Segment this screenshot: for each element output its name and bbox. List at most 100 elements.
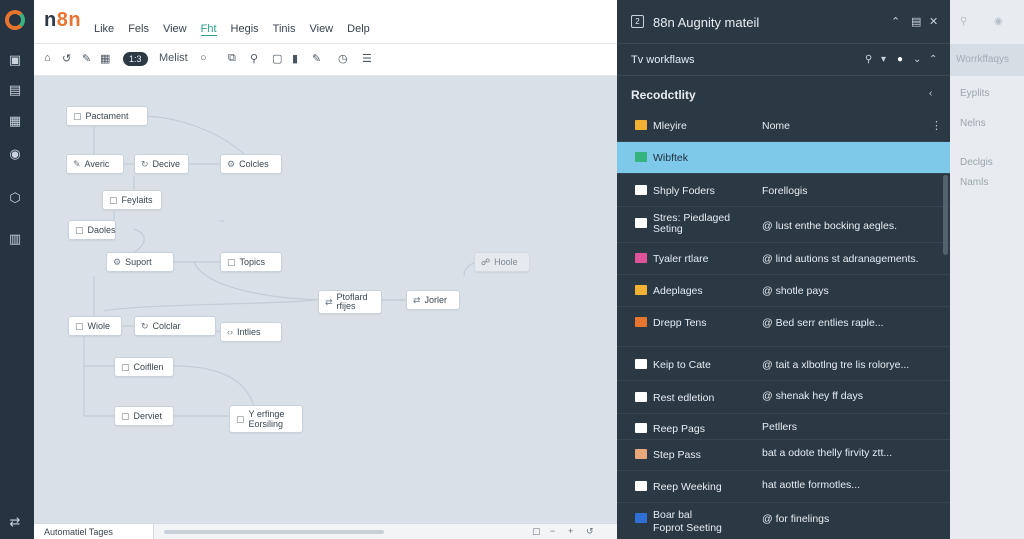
menu-item[interactable]: Fels: [128, 23, 149, 36]
list-item[interactable]: Shply Foders Forellogis: [617, 174, 950, 207]
menu-item[interactable]: View: [309, 23, 333, 36]
canvas-toolbar: ⌂ ↺ ✎ ▦ 1:3 Melist ○ ⧉ ⚲ ▢ ▮ ✎ ◷ ☰: [34, 44, 624, 76]
app-logo-icon[interactable]: [5, 10, 25, 30]
orange-icon: [635, 317, 647, 327]
cube-icon[interactable]: ⬡: [7, 190, 23, 206]
list-item[interactable]: Boar bal Foprot Seeting @ for finelings: [617, 503, 950, 539]
workflow-node[interactable]: ▢ Daoles: [68, 220, 116, 240]
panel-subheader: Tv workflaws ⚲ ▾ ● ⌄ ⌃: [617, 44, 950, 76]
list-item[interactable]: Mleyire Nome ⋮: [617, 110, 950, 142]
workflow-node[interactable]: ▢ Derviet: [114, 406, 174, 426]
refresh-icon: ↻: [141, 158, 149, 169]
workflow-node[interactable]: ⇄ Ptoflard rfijes: [318, 290, 382, 314]
doc-icon: ▢: [109, 194, 118, 205]
doc-icon: ▢: [121, 361, 130, 372]
circle-icon[interactable]: ○: [200, 52, 207, 64]
zoom-in-icon[interactable]: +: [568, 526, 573, 536]
file-icon[interactable]: ▢: [272, 52, 282, 65]
faded-text: Worrkffaqys: [956, 54, 1009, 65]
workflow-node[interactable]: ▢ Pactament: [66, 106, 148, 126]
settings-icon[interactable]: ◉: [7, 146, 23, 162]
list-item[interactable]: Adeplages @ shotle pays: [617, 275, 950, 307]
code-icon: ‹›: [227, 327, 233, 337]
zoom-badge[interactable]: 1:3: [123, 52, 148, 66]
home-icon[interactable]: ⌂: [44, 52, 51, 64]
list-item[interactable]: Reep Pags Petllers: [617, 414, 950, 440]
tab-automation-tags[interactable]: Automatiel Tages: [34, 524, 154, 539]
workflow-node[interactable]: ⇄ Jorler: [406, 290, 460, 310]
fit-view-icon[interactable]: ▢: [532, 526, 541, 537]
gear-icon: ⚙: [113, 256, 122, 267]
workflow-canvas[interactable]: ▢ Pactament ✎ Averic ↻ Decive ⚙ Colcles ▢ Fey…: [34, 76, 624, 523]
avatar-icon: ◉: [994, 16, 1003, 27]
workflow-node[interactable]: ‹› Intlies: [220, 322, 282, 342]
panel-header: 2 88n Augnity mateil ⌃ ▤ ✕: [617, 0, 950, 44]
chevron-up-icon[interactable]: ⌃: [929, 54, 937, 65]
chevron-down-icon[interactable]: ⌄: [913, 54, 921, 65]
share-icon: ⇄: [413, 294, 421, 305]
panel-subtitle: Tv workflaws: [631, 54, 695, 66]
workflow-node-ghost[interactable]: ☍ Hoole: [474, 252, 530, 272]
menu-item[interactable]: Hegis: [231, 23, 259, 36]
list-item[interactable]: Drepp Tens @ Bed serr entlies raple...: [617, 307, 950, 347]
top-menu-bar: n8n Like Fels View Fht Hegis Tinis View …: [34, 0, 624, 44]
chevron-up-icon[interactable]: ⌃: [891, 15, 900, 28]
list-item-selected[interactable]: Wibftek: [617, 142, 950, 174]
columns-icon[interactable]: ▮: [292, 52, 298, 65]
list-item[interactable]: Reep Weeking hat aottle formotles...: [617, 471, 950, 503]
workflow-node[interactable]: ↻ Decive: [134, 154, 189, 174]
undo-icon[interactable]: ↺: [62, 52, 71, 65]
bottom-bar: Automatiel Tages ▢ − + ↺: [34, 523, 624, 539]
workflow-node[interactable]: ⚙ Colcles: [220, 154, 282, 174]
share-icon: ⇄: [325, 296, 333, 307]
list-item[interactable]: Tyaler rtlare @ lind autions st adranage…: [617, 243, 950, 275]
zoom-out-icon[interactable]: −: [550, 526, 555, 536]
menu-item-active[interactable]: Fht: [200, 23, 217, 36]
list-item[interactable]: Step Pass bat a odote thelly firvity ztt…: [617, 440, 950, 471]
copy-icon[interactable]: ⧉: [228, 52, 236, 65]
vertical-scrollbar[interactable]: [943, 175, 948, 255]
pin-icon[interactable]: ⚲: [865, 54, 872, 65]
menu-item[interactable]: Delp: [347, 23, 370, 36]
expand-icon[interactable]: ⇄: [7, 514, 23, 530]
book-icon[interactable]: ▥: [7, 231, 23, 247]
close-icon[interactable]: ✕: [929, 15, 938, 28]
document-icon[interactable]: ▤: [7, 82, 23, 98]
doc-icon: ▢: [73, 110, 82, 121]
collapse-icon[interactable]: ‹: [929, 88, 932, 99]
clock-icon[interactable]: ◷: [338, 52, 348, 65]
workflows-panel: 2 88n Augnity mateil ⌃ ▤ ✕ Tv workflaws …: [617, 0, 950, 539]
menu-item[interactable]: Tinis: [273, 23, 296, 36]
list-item[interactable]: Stres: Piedlaged Seting @ lust enthe boc…: [617, 207, 950, 243]
inbox-icon[interactable]: ▦: [7, 113, 23, 129]
workflow-node[interactable]: ▢ Coifllen: [114, 357, 174, 377]
reset-icon[interactable]: ↺: [586, 526, 594, 537]
left-rail: ▣ ▤ ▦ ◉ ⬡ ▥ ⇄: [0, 0, 34, 539]
toolbar-label[interactable]: Melist: [159, 52, 188, 64]
workflow-node[interactable]: ▢ Feylaits: [102, 190, 162, 210]
tag-icon[interactable]: ✎: [312, 52, 321, 65]
menu-item[interactable]: View: [163, 23, 187, 36]
pencil-icon[interactable]: ✎: [82, 52, 91, 65]
workflows-icon[interactable]: ▣: [7, 52, 23, 68]
status-dot-icon[interactable]: ●: [897, 54, 903, 65]
workflow-node[interactable]: ⚙ Suport: [106, 252, 174, 272]
horizontal-scrollbar[interactable]: [164, 530, 384, 534]
workflow-node[interactable]: ✎ Averic: [66, 154, 124, 174]
menu-item[interactable]: Like: [94, 23, 114, 36]
faded-text: Eyplits: [960, 88, 990, 99]
chevron-down-icon[interactable]: ▾: [881, 54, 886, 65]
square-icon: [635, 423, 647, 433]
workflow-node[interactable]: ▢ Topics: [220, 252, 282, 272]
workflow-node[interactable]: ▢ Y erfinge Eorsiling: [229, 405, 303, 433]
workflow-node[interactable]: ↻ Colclar: [134, 316, 216, 336]
list-item[interactable]: Rest edletion @ shenak hey ff days: [617, 381, 950, 414]
search-icon[interactable]: ⚲: [250, 52, 258, 65]
stack-icon[interactable]: ☰: [362, 52, 372, 65]
more-icon[interactable]: ⋮: [931, 119, 942, 132]
grid-icon[interactable]: ▦: [100, 52, 110, 65]
workflow-node[interactable]: ▢ Wiole: [68, 316, 122, 336]
window-icon[interactable]: ▤: [911, 15, 921, 28]
list-item[interactable]: Keip to Cate @ tait a xlbotlng tre lis r…: [617, 347, 950, 381]
section-title: Recodctlity: [631, 88, 696, 102]
